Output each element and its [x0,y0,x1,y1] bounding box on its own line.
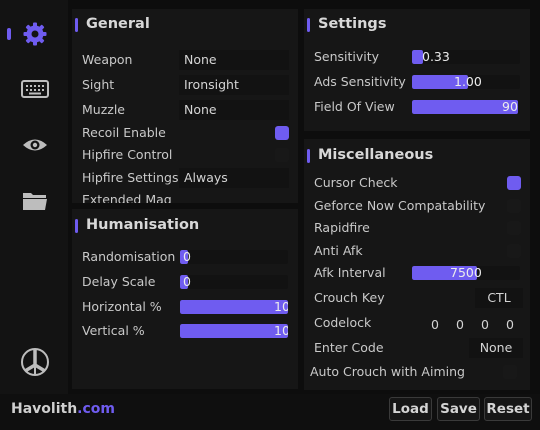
sight-select[interactable]: Ironsight [179,75,289,95]
cursor-check-checkbox[interactable] [507,176,521,190]
sidebar-item-settings[interactable] [10,14,60,54]
brand-text: Havolith [11,401,78,417]
recoil-enable-checkbox[interactable] [275,126,289,140]
rapidfire-label: Rapidfire [314,220,370,235]
extended-mag-label: Extended Mag [82,192,172,203]
anti-afk-label: Anti Afk [314,243,363,258]
havolith-logo [10,342,60,382]
settings-title: Settings [318,16,387,32]
geforce-checkbox[interactable] [507,199,521,213]
weapon-select[interactable]: None [179,50,289,70]
sidebar-item-configs[interactable] [10,181,60,221]
fov-value: 90 [502,100,518,114]
anti-afk-checkbox[interactable] [507,244,521,258]
sidebar-item-keybinds[interactable] [10,69,60,109]
sensitivity-slider[interactable]: 0.33 [412,50,520,64]
sensitivity-value: 0.33 [422,50,450,64]
humanisation-panel: Humanisation Randomisation 0 Delay Scale… [72,209,298,389]
hipfire-settings-label: Hipfire Settings [82,170,179,185]
afk-interval-slider[interactable]: 7500 [412,266,520,280]
codelock-digit[interactable]: 0 [503,317,517,332]
eye-icon [23,139,47,151]
horizontal-label: Horizontal % [82,299,162,314]
hipfire-control-checkbox[interactable] [275,148,289,162]
enter-code-button[interactable]: None [469,338,523,358]
brand-name: Havolith.com [11,401,115,417]
horizontal-value: 100 [274,300,288,314]
vertical-slider[interactable]: 100 [180,324,288,338]
rapidfire-checkbox[interactable] [507,221,521,235]
brand-suffix: .com [77,401,115,417]
slider-fill [180,324,288,338]
fov-slider[interactable]: 90 [412,100,520,114]
vertical-label: Vertical % [82,323,145,338]
ads-sensitivity-label: Ads Sensitivity [314,74,406,89]
vertical-value: 100 [274,324,288,338]
sidebar [0,0,68,394]
title-accent [307,18,310,32]
randomisation-value: 0 [183,250,191,264]
reset-button[interactable]: Reset [484,397,532,421]
auto-crouch-label: Auto Crouch with Aiming [310,364,465,379]
cursor-check-label: Cursor Check [314,175,398,190]
save-button[interactable]: Save [437,397,480,421]
miscellaneous-title: Miscellaneous [318,147,434,163]
codelock-digit[interactable]: 0 [478,317,492,332]
havolith-logo-icon [21,348,49,376]
recoil-enable-label: Recoil Enable [82,125,166,140]
auto-crouch-checkbox[interactable] [503,365,517,379]
sidebar-item-visuals[interactable] [10,125,60,165]
muzzle-select[interactable]: None [179,100,289,120]
horizontal-slider[interactable]: 100 [180,300,288,314]
enter-code-label: Enter Code [314,340,384,355]
ads-sensitivity-slider[interactable]: 1.00 [412,75,520,89]
delay-scale-slider[interactable]: 0 [180,275,288,289]
title-accent [307,149,310,163]
keyboard-icon [21,80,49,98]
slider-fill [180,300,288,314]
load-button[interactable]: Load [389,397,432,421]
crouch-key-label: Crouch Key [314,290,385,305]
general-panel: General Weapon None Sight Ironsight Muzz… [72,9,298,203]
sensitivity-label: Sensitivity [314,49,380,64]
humanisation-title: Humanisation [86,217,200,233]
codelock-digit[interactable]: 0 [453,317,467,332]
gear-icon [23,22,47,46]
codelock-label: Codelock [314,315,372,330]
fov-label: Field Of View [314,99,395,114]
delay-scale-value: 0 [183,275,191,289]
weapon-label: Weapon [82,52,133,67]
general-title: General [86,16,150,32]
sight-label: Sight [82,77,115,92]
ads-sensitivity-value: 1.00 [454,75,482,89]
title-accent [75,18,78,32]
settings-panel: Settings Sensitivity 0.33 Ads Sensitivit… [304,9,530,131]
afk-interval-value: 7500 [450,266,482,280]
geforce-label: Geforce Now Compatability [314,198,486,213]
muzzle-label: Muzzle [82,102,125,117]
delay-scale-label: Delay Scale [82,274,156,289]
randomisation-slider[interactable]: 0 [180,250,288,264]
crouch-key-button[interactable]: CTL [475,288,523,308]
scroll-clip: Extended Mag [72,190,298,203]
hipfire-control-label: Hipfire Control [82,147,173,162]
randomisation-label: Randomisation [82,249,176,264]
afk-interval-label: Afk Interval [314,265,386,280]
codelock-digit[interactable]: 0 [428,317,442,332]
folder-icon [23,193,47,210]
miscellaneous-panel: Miscellaneous Cursor Check Geforce Now C… [304,139,530,390]
hipfire-settings-select[interactable]: Always [179,168,289,188]
title-accent [75,219,78,233]
